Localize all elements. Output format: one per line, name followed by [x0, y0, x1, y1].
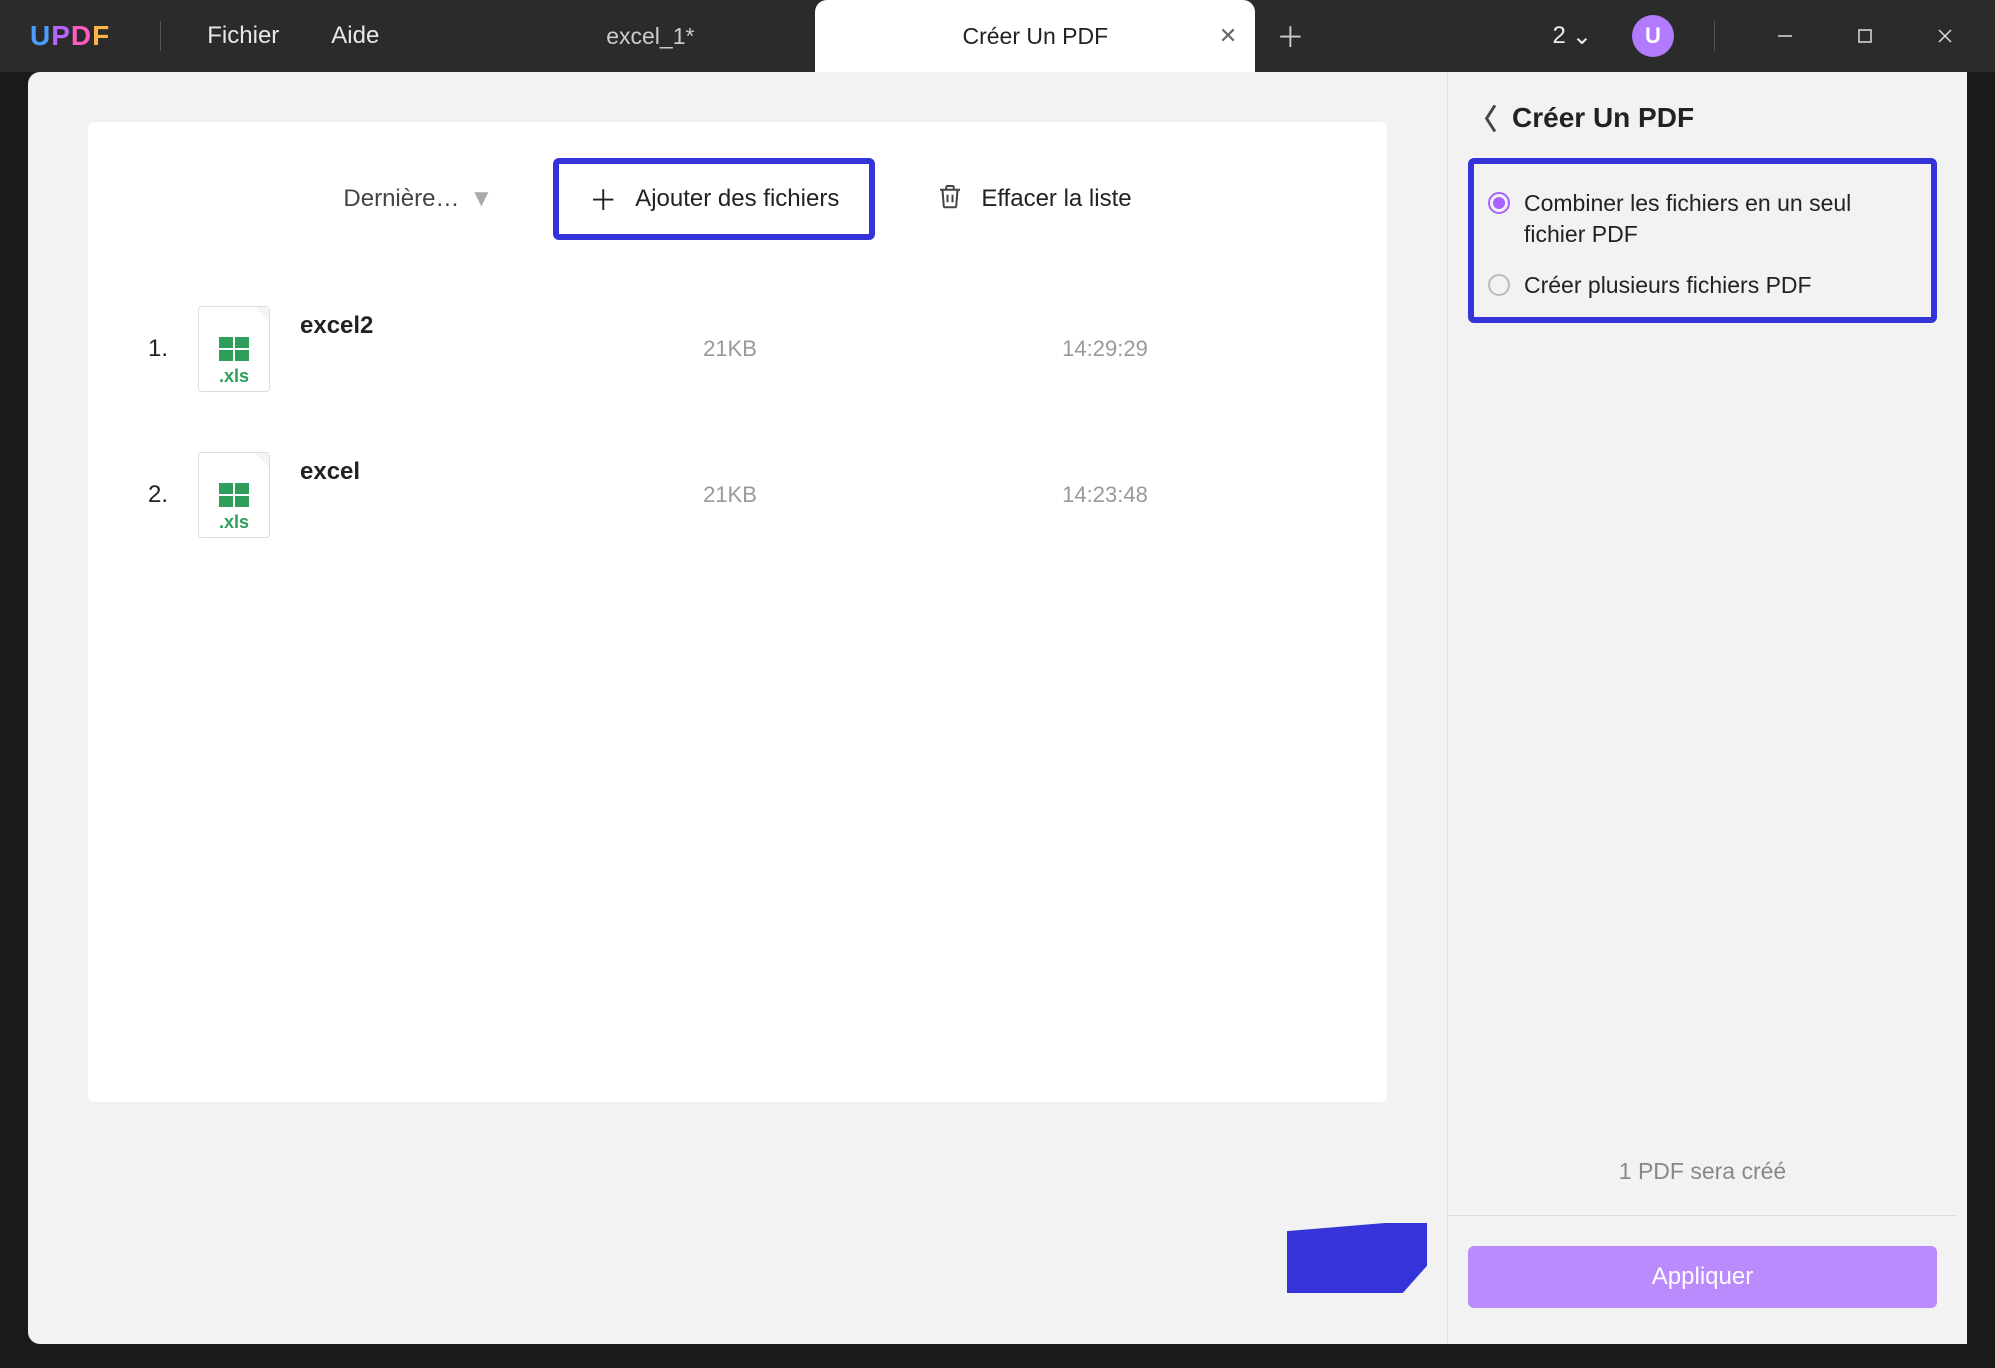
file-name: excel2 [300, 306, 600, 340]
separator [1714, 21, 1715, 51]
tab-count-dropdown[interactable]: 2 ⌄ [1553, 22, 1612, 51]
create-pdf-options: Combiner les fichiers en un seul fichier… [1468, 158, 1937, 323]
file-time: 14:23:48 [980, 482, 1230, 508]
close-tab-icon[interactable]: ✕ [1219, 23, 1237, 49]
tab-strip: excel_1* Créer Un PDF ✕ ＋ [485, 0, 1552, 72]
option-multiple[interactable]: Créer plusieurs fichiers PDF [1488, 260, 1917, 311]
add-files-label: Ajouter des fichiers [635, 185, 839, 213]
row-index: 1. [128, 335, 168, 363]
option-label: Créer plusieurs fichiers PDF [1524, 270, 1812, 301]
apply-button[interactable]: Appliquer [1468, 1246, 1937, 1308]
apply-label: Appliquer [1652, 1263, 1753, 1291]
tab-count-value: 2 [1553, 22, 1566, 50]
plus-icon: ＋ [589, 179, 617, 219]
sort-label: Dernière… [343, 185, 459, 213]
divider [1448, 1215, 1957, 1216]
status-text: 1 PDF sera créé [1468, 1158, 1937, 1215]
clear-list-button[interactable]: Effacer la liste [935, 181, 1131, 218]
window-minimize-button[interactable] [1755, 0, 1815, 72]
thumb-ext: .xls [219, 512, 249, 533]
file-toolbar: Dernière… ▼ ＋ Ajouter des fichiers [88, 122, 1387, 276]
tab-active[interactable]: Créer Un PDF ✕ [815, 0, 1255, 72]
trash-icon [935, 181, 965, 218]
add-files-button[interactable]: ＋ Ajouter des fichiers [553, 158, 875, 240]
tab-label: excel_1* [606, 23, 694, 50]
row-index: 2. [128, 481, 168, 509]
file-time: 14:29:29 [980, 336, 1230, 362]
titlebar: UPDF Fichier Aide excel_1* Créer Un PDF … [0, 0, 1995, 72]
file-row[interactable]: 2. .xls excel 21KB 14:23:48 [88, 422, 1387, 568]
app-logo: UPDF [0, 20, 140, 52]
sort-dropdown[interactable]: Dernière… ▼ [343, 185, 493, 213]
side-panel: 〈 Créer Un PDF Combiner les fichiers en … [1447, 72, 1967, 1344]
tab-label: Créer Un PDF [962, 23, 1108, 50]
file-list-card: Dernière… ▼ ＋ Ajouter des fichiers [88, 122, 1387, 1102]
option-combine[interactable]: Combiner les fichiers en un seul fichier… [1488, 178, 1917, 260]
new-tab-button[interactable]: ＋ [1255, 0, 1325, 72]
file-size: 21KB [630, 482, 830, 508]
thumb-ext: .xls [219, 366, 249, 387]
panel-header: 〈 Créer Un PDF [1468, 98, 1937, 158]
window-close-button[interactable] [1915, 0, 1975, 72]
menu-file[interactable]: Fichier [181, 0, 305, 72]
tab-inactive[interactable]: excel_1* [485, 0, 815, 72]
radio-unchecked-icon [1488, 274, 1510, 296]
chevron-down-icon: ⌄ [1572, 22, 1592, 51]
file-size: 21KB [630, 336, 830, 362]
panel-title: Créer Un PDF [1512, 102, 1694, 134]
window-maximize-button[interactable] [1835, 0, 1895, 72]
back-icon[interactable]: 〈 [1468, 98, 1498, 138]
titlebar-right: 2 ⌄ U [1553, 0, 1995, 72]
separator [160, 21, 161, 51]
file-name: excel [300, 452, 600, 486]
app-body: Dernière… ▼ ＋ Ajouter des fichiers [28, 72, 1967, 1344]
menu-help[interactable]: Aide [305, 0, 405, 72]
xls-file-icon: .xls [198, 306, 270, 392]
radio-checked-icon [1488, 192, 1510, 214]
file-row[interactable]: 1. .xls excel2 21KB 14:29:29 [88, 276, 1387, 422]
option-label: Combiner les fichiers en un seul fichier… [1524, 188, 1917, 250]
main-panel: Dernière… ▼ ＋ Ajouter des fichiers [28, 72, 1447, 1344]
clear-list-label: Effacer la liste [981, 185, 1131, 213]
avatar-letter: U [1645, 23, 1661, 49]
avatar[interactable]: U [1632, 15, 1674, 57]
caret-down-icon: ▼ [469, 185, 493, 213]
xls-file-icon: .xls [198, 452, 270, 538]
